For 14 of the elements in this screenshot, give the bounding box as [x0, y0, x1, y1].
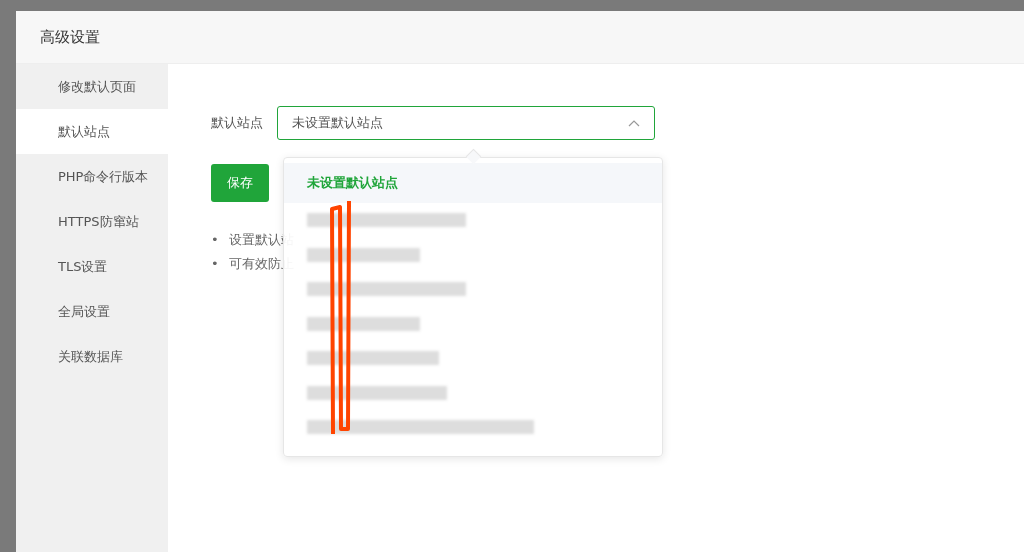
bullet-mark: • [211, 255, 219, 273]
sidebar-item[interactable]: 修改默认页面 [16, 64, 168, 109]
sidebar-item[interactable]: 全局设置 [16, 289, 168, 334]
sidebar-item[interactable]: 关联数据库 [16, 334, 168, 379]
dialog-title: 高级设置 [40, 27, 100, 47]
caret-icon [628, 119, 640, 127]
sidebar-item[interactable]: 默认站点 [16, 109, 168, 154]
sidebar-item[interactable]: HTTPS防窜站 [16, 199, 168, 244]
hint-text: 可有效防止 [228, 255, 294, 273]
field-label: 默认站点 [211, 114, 263, 132]
bullet-mark: • [211, 231, 219, 249]
site-select[interactable]: 未设置默认站点 [277, 106, 655, 140]
sidebar-item[interactable]: PHP命令行版本 [16, 154, 168, 199]
sidebar-item[interactable]: TLS设置 [16, 244, 168, 289]
